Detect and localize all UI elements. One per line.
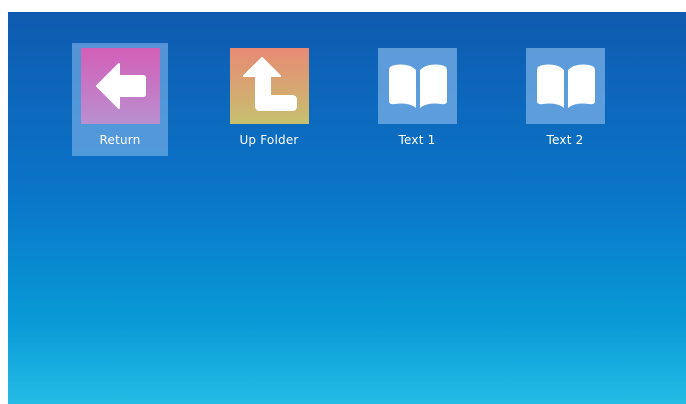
up-folder-item[interactable]: Up Folder bbox=[221, 43, 317, 156]
return-item[interactable]: Return bbox=[72, 43, 168, 156]
return-icon-tile bbox=[81, 48, 160, 124]
item-label: Text 1 bbox=[398, 133, 436, 147]
arrow-left-icon bbox=[95, 63, 146, 109]
book-icon bbox=[536, 64, 595, 108]
text-2-item[interactable]: Text 2 bbox=[517, 43, 613, 156]
item-label: Text 2 bbox=[546, 133, 584, 147]
book-icon bbox=[388, 64, 447, 108]
text-1-icon-tile bbox=[378, 48, 457, 124]
arrow-up-return-icon bbox=[242, 57, 297, 111]
up-folder-icon-tile bbox=[230, 48, 309, 124]
item-label: Up Folder bbox=[239, 133, 299, 147]
text-1-item[interactable]: Text 1 bbox=[369, 43, 465, 156]
file-browser-screen: Return Up Folder Text 1 Text 2 bbox=[8, 12, 686, 404]
item-label: Return bbox=[99, 133, 141, 147]
text-2-icon-tile bbox=[526, 48, 605, 124]
